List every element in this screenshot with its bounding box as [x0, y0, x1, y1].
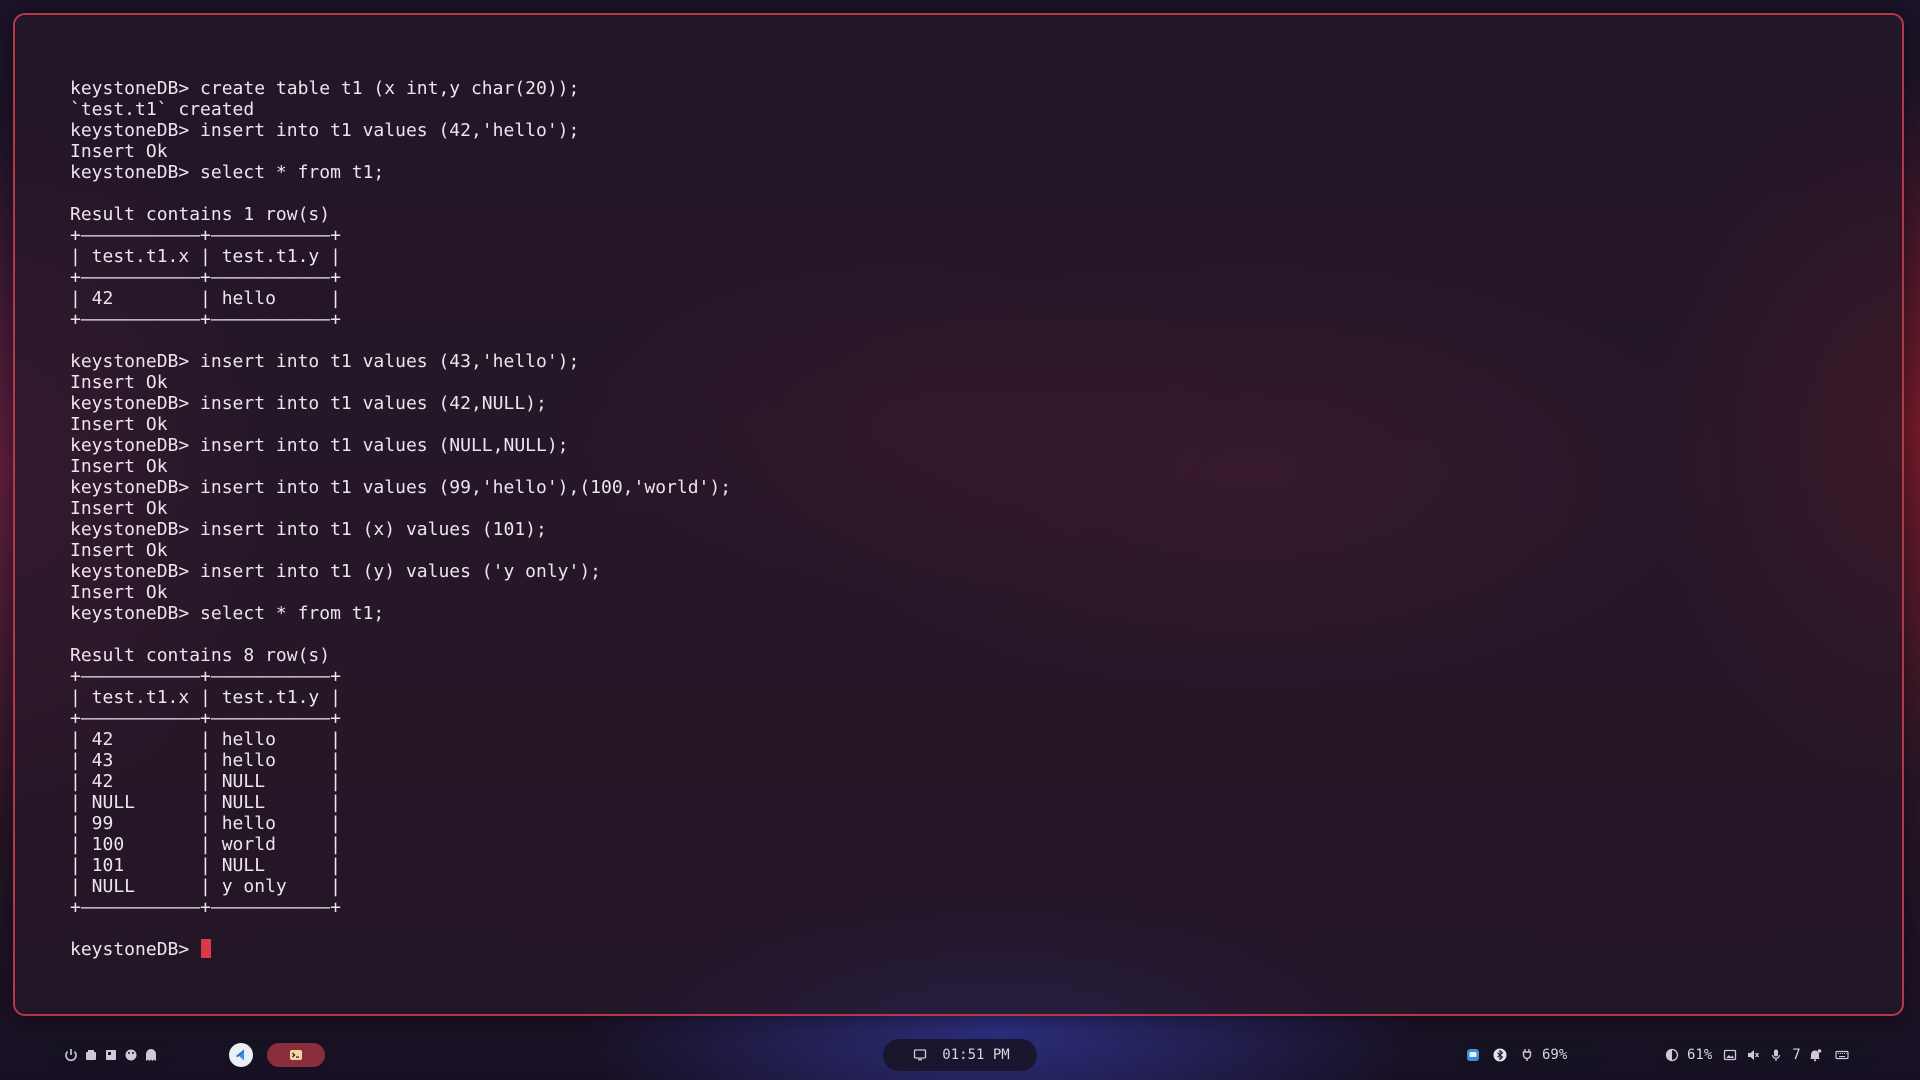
app-dock [222, 1039, 332, 1071]
terminal-line: Insert Ok [70, 372, 168, 393]
terminal-history: keystoneDB> create table t1 (x int,y cha… [70, 78, 731, 918]
files-icon[interactable] [84, 1048, 98, 1062]
terminal-line: | 101 | NULL | [70, 855, 341, 876]
terminal-line: keystoneDB> insert into t1 values (42,'h… [70, 120, 580, 141]
battery-plug-icon [1520, 1048, 1534, 1062]
terminal-line: | test.t1.x | test.t1.y | [70, 687, 341, 708]
terminal-line: Insert Ok [70, 456, 168, 477]
terminal-line: +———————————+———————————+ [70, 897, 341, 918]
shield-icon[interactable] [1466, 1048, 1480, 1062]
clock-time: 01:51 PM [942, 1047, 1010, 1063]
terminal-app-icon [289, 1048, 303, 1062]
terminal-prompt: keystoneDB> [70, 939, 201, 960]
terminal-line: | 42 | hello | [70, 288, 341, 309]
terminal-line: Result contains 1 row(s) [70, 204, 331, 225]
terminal-app-button[interactable] [267, 1043, 325, 1067]
terminal-line: keystoneDB> insert into t1 (x) values (1… [70, 519, 547, 540]
palette-icon[interactable] [124, 1048, 138, 1062]
terminal-line: Insert Ok [70, 414, 168, 435]
terminal-line: +———————————+———————————+ [70, 309, 341, 330]
image-icon[interactable] [1723, 1048, 1737, 1062]
terminal-line: `test.t1` created [70, 99, 255, 120]
terminal-window[interactable]: keystoneDB> create table t1 (x int,y cha… [13, 13, 1904, 1016]
terminal-line: | 43 | hello | [70, 750, 341, 771]
terminal-line: +———————————+———————————+ [70, 267, 341, 288]
brightness-percent: 61% [1687, 1047, 1713, 1063]
terminal-line: +———————————+———————————+ [70, 708, 341, 729]
keyboard-icon[interactable] [1835, 1048, 1849, 1062]
clock-widget[interactable]: 01:51 PM [883, 1039, 1037, 1071]
status-tray-connectivity: 69% [1455, 1039, 1606, 1071]
terminal-line: keystoneDB> select * from t1; [70, 603, 385, 624]
terminal-line: keystoneDB> select * from t1; [70, 162, 385, 183]
terminal-output[interactable]: keystoneDB> create table t1 (x int,y cha… [70, 78, 731, 960]
windows-icon[interactable] [104, 1048, 118, 1062]
terminal-line: | 42 | NULL | [70, 771, 341, 792]
vscode-app-button[interactable] [229, 1043, 253, 1067]
monitor-icon [913, 1048, 927, 1062]
terminal-line: | 99 | hello | [70, 813, 341, 834]
terminal-line: Insert Ok [70, 540, 168, 561]
terminal-line: keystoneDB> insert into t1 values (99,'h… [70, 477, 732, 498]
notification-bell-icon[interactable] [1808, 1048, 1822, 1062]
status-tray-system: 61% 7 [1654, 1039, 1878, 1071]
terminal-line: +———————————+———————————+ [70, 225, 341, 246]
vscode-icon [234, 1048, 248, 1062]
terminal-line: keystoneDB> create table t1 (x int,y cha… [70, 78, 580, 99]
terminal-line: | NULL | NULL | [70, 792, 341, 813]
battery-percent: 69% [1542, 1047, 1568, 1063]
terminal-line: Insert Ok [70, 498, 168, 519]
bluetooth-icon[interactable] [1493, 1048, 1507, 1062]
terminal-line: +———————————+———————————+ [70, 666, 341, 687]
terminal-line: | 42 | hello | [70, 729, 341, 750]
power-icon[interactable] [64, 1048, 78, 1062]
terminal-line: keystoneDB> insert into t1 (y) values ('… [70, 561, 602, 582]
ghost-icon[interactable] [144, 1048, 158, 1062]
microphone-icon[interactable] [1769, 1048, 1783, 1062]
terminal-line: | test.t1.x | test.t1.y | [70, 246, 341, 267]
brightness-icon[interactable] [1665, 1048, 1679, 1062]
terminal-cursor [201, 939, 212, 958]
taskbar: 01:51 PM 69% 61% 7 [0, 1030, 1920, 1080]
terminal-line: keystoneDB> insert into t1 values (42,NU… [70, 393, 547, 414]
terminal-line: | 100 | world | [70, 834, 341, 855]
system-tray-left [46, 1039, 176, 1071]
terminal-line: | NULL | y only | [70, 876, 341, 897]
terminal-line: keystoneDB> insert into t1 values (NULL,… [70, 435, 569, 456]
notification-count: 7 [1792, 1047, 1801, 1063]
terminal-line: Insert Ok [70, 141, 168, 162]
terminal-line: Insert Ok [70, 582, 168, 603]
terminal-line: keystoneDB> insert into t1 values (43,'h… [70, 351, 580, 372]
terminal-line: Result contains 8 row(s) [70, 645, 331, 666]
volume-muted-icon[interactable] [1746, 1048, 1760, 1062]
